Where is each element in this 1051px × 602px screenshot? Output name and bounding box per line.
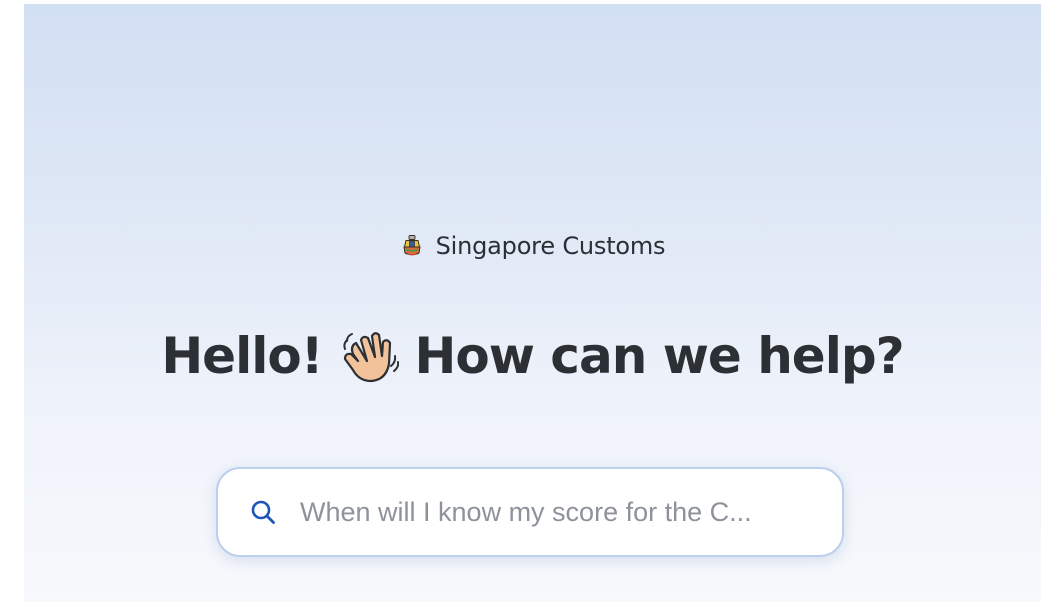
search-input[interactable] <box>298 495 822 529</box>
page-title: Hello! How can we help? <box>24 326 1041 386</box>
headline-question: How can we help? <box>414 327 905 385</box>
search-icon[interactable] <box>250 499 276 525</box>
hero-section: Singapore Customs Hello! How can we help… <box>24 4 1041 602</box>
brand-name: Singapore Customs <box>435 232 666 260</box>
brand: Singapore Customs <box>24 234 1041 258</box>
waving-hand-icon <box>342 332 399 383</box>
search-box[interactable] <box>216 467 844 557</box>
headline-greeting: Hello! <box>161 327 323 385</box>
singapore-customs-crest-icon <box>403 235 421 256</box>
